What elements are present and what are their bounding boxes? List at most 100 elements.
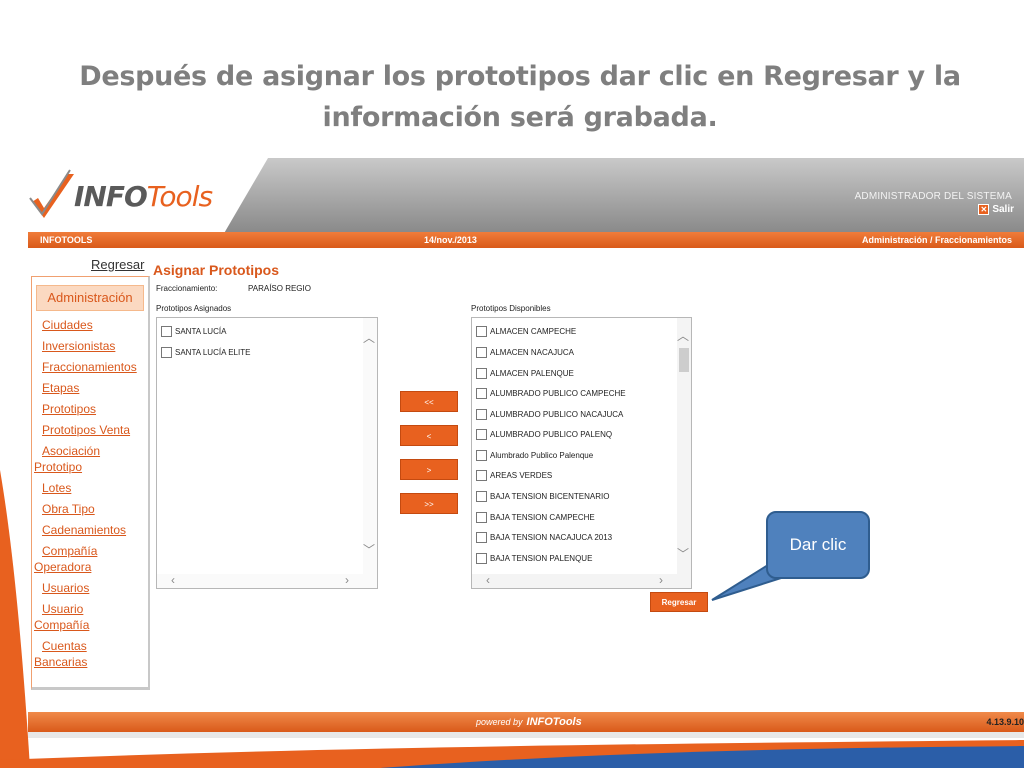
checkbox[interactable] <box>476 532 487 543</box>
sidebar-item-label[interactable]: Compañía <box>42 544 97 558</box>
logo-info: INFO <box>74 180 148 213</box>
checkbox[interactable] <box>476 450 487 461</box>
sidebar-item-fraccionamientos[interactable]: Fraccionamientos <box>32 359 148 375</box>
sidebar-item-compania-operadora[interactable]: Compañía Operadora <box>32 543 148 575</box>
chevron-up-icon[interactable]: ︿ <box>677 330 689 342</box>
list-item-label: BAJA TENSION NACAJUCA 2013 <box>490 533 613 542</box>
list-item[interactable]: ALUMBRADO PUBLICO NACAJUCA <box>476 409 623 420</box>
sidebar-item-label[interactable]: Prototipo <box>34 459 148 475</box>
vertical-scrollbar[interactable]: ︿ ﹀ <box>677 318 691 588</box>
add-button[interactable]: < <box>400 425 458 446</box>
list-item[interactable]: SANTA LUCÍA <box>161 326 226 337</box>
assigned-list[interactable]: SANTA LUCÍA SANTA LUCÍA ELITE ︿ ﹀ ‹ › <box>156 317 378 589</box>
sidebar-item-usuarios[interactable]: Usuarios <box>32 580 148 596</box>
chevron-down-icon[interactable]: ﹀ <box>363 544 375 556</box>
logout-link[interactable]: ✕ Salir <box>978 204 1014 215</box>
sidebar-item-label[interactable]: Compañía <box>34 617 148 633</box>
list-item[interactable]: Alumbrado Publico Palenque <box>476 450 593 461</box>
chevron-right-icon[interactable]: › <box>659 574 663 586</box>
checkbox[interactable] <box>476 347 487 358</box>
list-item-label: Alumbrado Publico Palenque <box>490 451 594 460</box>
checkbox[interactable] <box>476 470 487 481</box>
sidebar-item-label[interactable]: Bancarias <box>34 654 148 670</box>
current-date: 14/nov./2013 <box>424 235 477 245</box>
list-item[interactable]: BAJA TENSION PALENQUE <box>476 553 592 564</box>
scroll-thumb[interactable] <box>679 348 689 372</box>
checkbox[interactable] <box>161 326 172 337</box>
list-item[interactable]: ALMACEN NACAJUCA <box>476 347 574 358</box>
fraccionamiento-value: PARAÍSO REGIO <box>248 284 311 293</box>
sidebar-item-ciudades[interactable]: Ciudades <box>32 317 148 333</box>
vertical-scrollbar[interactable]: ︿ ﹀ <box>363 318 377 588</box>
sidebar-item-label[interactable]: Cuentas <box>42 639 87 653</box>
sidebar-section-title: Administración <box>36 285 144 311</box>
sidebar-item-lotes[interactable]: Lotes <box>32 480 148 496</box>
slide-title-line1: Después de asignar los prototipos dar cl… <box>79 61 961 92</box>
chevron-left-icon[interactable]: ‹ <box>171 574 175 586</box>
footer: powered by INFOTools 4.13.9.10 <box>28 712 1024 732</box>
checkbox[interactable] <box>476 512 487 523</box>
slide-title-line2: información será grabada. <box>322 102 718 133</box>
fraccionamiento-label: Fraccionamiento: <box>156 284 218 293</box>
remove-all-button[interactable]: >> <box>400 493 458 514</box>
add-all-button[interactable]: << <box>400 391 458 412</box>
sidebar-item-usuario-compania[interactable]: Usuario Compañía <box>32 601 148 633</box>
chevron-right-icon[interactable]: › <box>345 574 349 586</box>
sidebar: Administración Ciudades Inversionistas F… <box>31 276 150 690</box>
horizontal-scrollbar[interactable]: ‹ › <box>157 574 377 588</box>
regresar-link[interactable]: Regresar <box>91 257 144 272</box>
sidebar-item-prototipos[interactable]: Prototipos <box>32 401 148 417</box>
list-item[interactable]: ALUMBRADO PUBLICO CAMPECHE <box>476 388 626 399</box>
panel-title: Asignar Prototipos <box>153 262 280 278</box>
checkbox[interactable] <box>476 326 487 337</box>
powered-by-text: powered by <box>476 717 523 727</box>
checkbox[interactable] <box>161 347 172 358</box>
checkbox[interactable] <box>476 491 487 502</box>
close-icon[interactable]: ✕ <box>978 204 990 215</box>
callout-dar-clic: Dar clic <box>766 511 870 579</box>
chevron-up-icon[interactable]: ︿ <box>363 332 375 344</box>
logout-label[interactable]: Salir <box>992 204 1014 215</box>
app-header: INFOTools ADMINISTRADOR DEL SISTEMA ✕ Sa… <box>28 158 1024 232</box>
sidebar-item-cuentas-bancarias[interactable]: Cuentas Bancarias <box>32 638 148 670</box>
sidebar-item-obra-tipo[interactable]: Obra Tipo <box>32 501 148 517</box>
chevron-left-icon[interactable]: ‹ <box>486 574 490 586</box>
available-list[interactable]: ALMACEN CAMPECHE ALMACEN NACAJUCA ALMACE… <box>471 317 692 589</box>
list-item[interactable]: BAJA TENSION CAMPECHE <box>476 512 595 523</box>
list-item[interactable]: AREAS VERDES <box>476 470 552 481</box>
list-item-label: SANTA LUCÍA <box>175 327 227 336</box>
sidebar-item-asociacion-prototipo[interactable]: Asociación Prototipo <box>32 443 148 475</box>
sidebar-item-inversionistas[interactable]: Inversionistas <box>32 338 148 354</box>
breadcrumb: Administración / Fraccionamientos <box>861 235 1012 245</box>
list-item[interactable]: SANTA LUCÍA ELITE <box>161 347 250 358</box>
chevron-down-icon[interactable]: ﹀ <box>677 548 689 560</box>
list-item[interactable]: BAJA TENSION NACAJUCA 2013 <box>476 532 612 543</box>
sidebar-item-etapas[interactable]: Etapas <box>32 380 148 396</box>
list-item-label: BAJA TENSION PALENQUE <box>490 554 593 563</box>
checkbox[interactable] <box>476 429 487 440</box>
list-item-label: BAJA TENSION BICENTENARIO <box>490 492 610 501</box>
list-item[interactable]: ALMACEN PALENQUE <box>476 368 574 379</box>
regresar-button[interactable]: Regresar <box>650 592 708 612</box>
checkbox[interactable] <box>476 368 487 379</box>
list-item-label: SANTA LUCÍA ELITE <box>175 348 251 357</box>
sidebar-item-label[interactable]: Operadora <box>34 559 148 575</box>
checkbox[interactable] <box>476 409 487 420</box>
available-list-label: Prototipos Disponibles <box>471 304 551 313</box>
sidebar-item-label[interactable]: Asociación <box>42 444 100 458</box>
sidebar-item-label[interactable]: Usuario <box>42 602 83 616</box>
list-item[interactable]: ALUMBRADO PUBLICO PALENQ <box>476 429 612 440</box>
sidebar-item-cadenamientos[interactable]: Cadenamientos <box>32 522 148 538</box>
top-bar: INFOTOOLS 14/nov./2013 Administración / … <box>28 232 1024 248</box>
app-window: INFOTools ADMINISTRADOR DEL SISTEMA ✕ Sa… <box>28 158 1024 738</box>
horizontal-scrollbar[interactable]: ‹ › <box>472 574 691 588</box>
list-item[interactable]: ALMACEN CAMPECHE <box>476 326 576 337</box>
taskbar-strip <box>28 732 1024 738</box>
sidebar-item-prototipos-venta[interactable]: Prototipos Venta <box>32 422 148 438</box>
checkbox[interactable] <box>476 388 487 399</box>
list-item-label: ALUMBRADO PUBLICO PALENQ <box>490 430 613 439</box>
remove-button[interactable]: > <box>400 459 458 480</box>
logo-tools: Tools <box>146 180 213 213</box>
list-item[interactable]: BAJA TENSION BICENTENARIO <box>476 491 609 502</box>
checkbox[interactable] <box>476 553 487 564</box>
